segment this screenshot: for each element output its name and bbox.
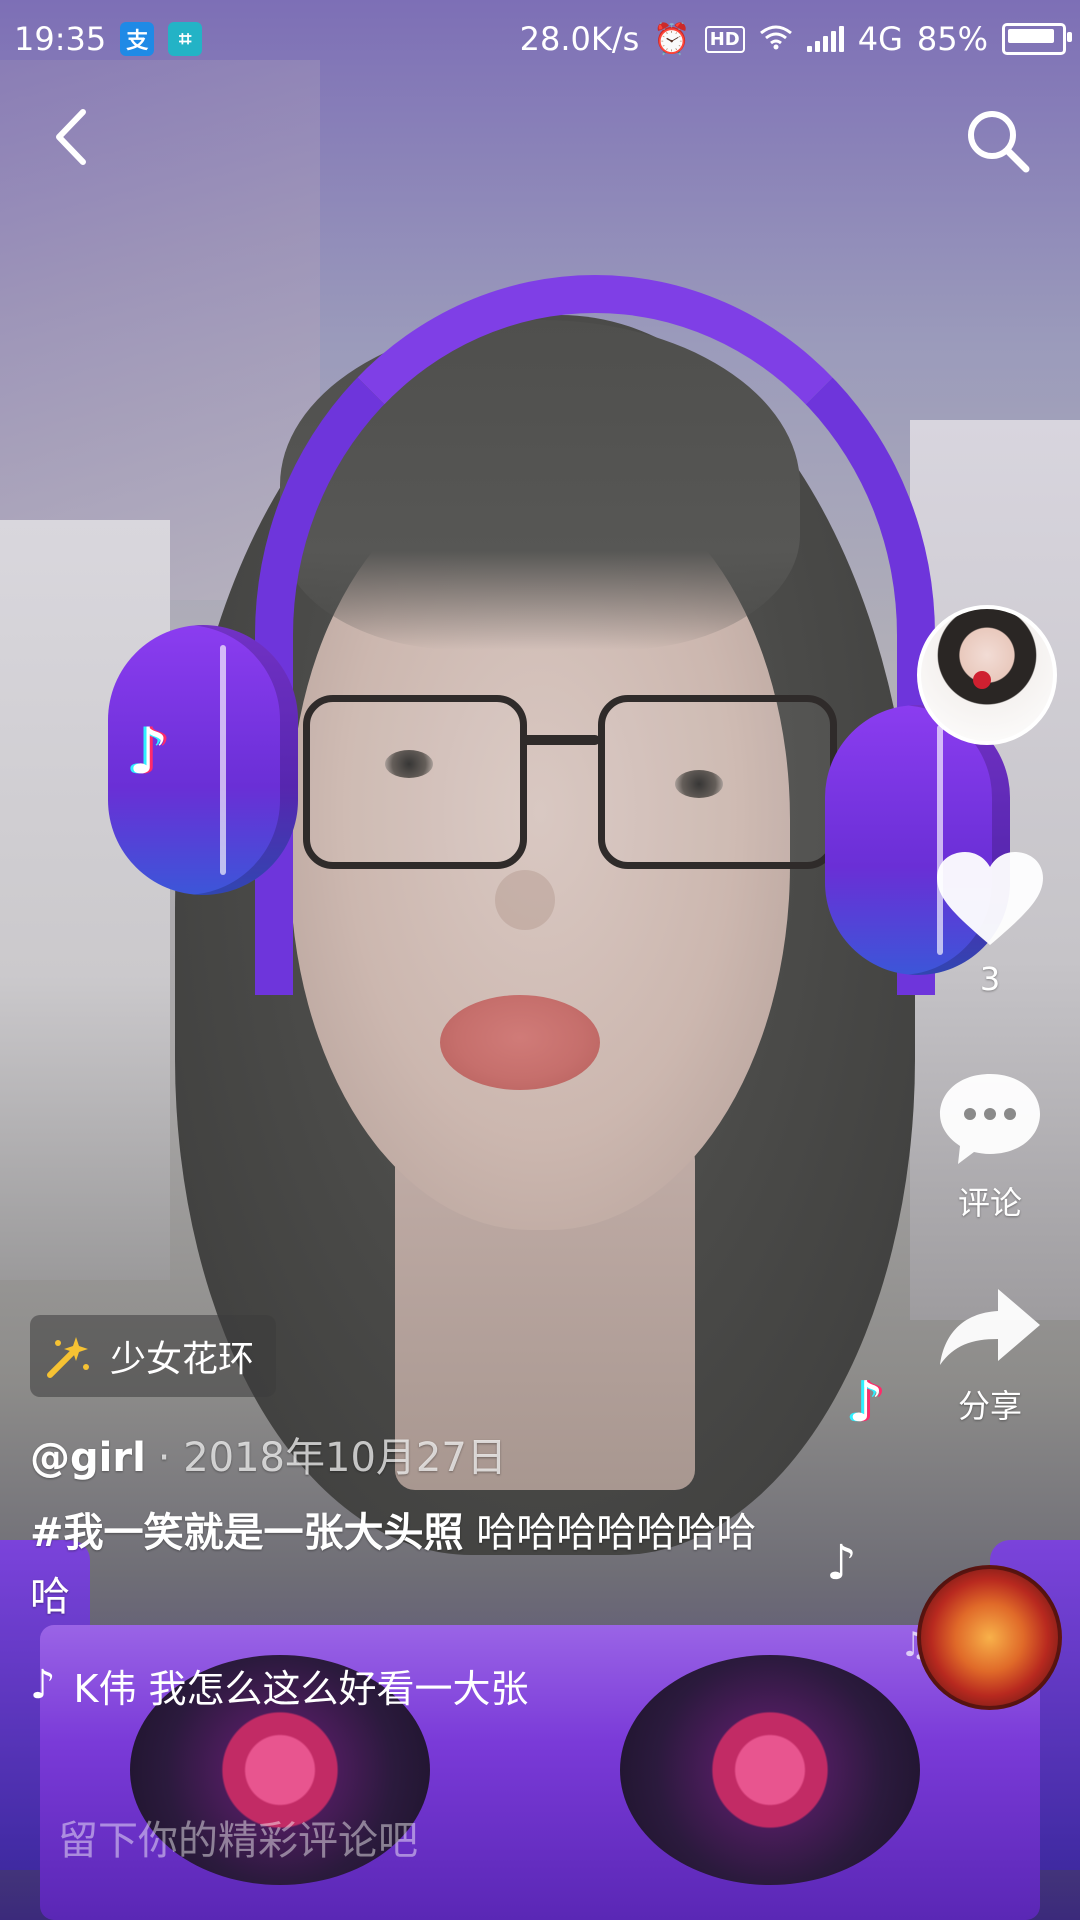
status-time: 19:35 [14,20,107,58]
avatar-rose [973,671,991,689]
music-title: K伟 我怎么这么好看一大张 [73,1666,529,1711]
search-icon [968,111,1030,173]
magic-wand-icon [47,1337,89,1378]
search-button[interactable] [960,103,1036,179]
battery-percent: 85% [916,20,988,58]
video-screen[interactable]: ♪ 19:35 支 ⌗ 28.0K/s ⏰ HD 4G 85% 3 评论 分享 … [0,0,1080,1920]
alipay-icon: 支 [120,22,155,56]
comment-input[interactable] [56,1805,680,1877]
like-count: 3 [979,960,1001,998]
author-line: @girl · 2018年10月27日 [30,1425,760,1483]
music-note-icon: ♪ [848,1370,884,1435]
share-button[interactable]: 分享 [925,1285,1055,1427]
signal-icon [806,26,844,52]
scan-icon: ⌗ [168,22,203,56]
effect-badge[interactable]: 少女花环 [30,1315,277,1397]
heart-icon [937,852,1043,945]
status-bar: 19:35 支 ⌗ 28.0K/s ⏰ HD 4G 85% [0,0,1080,78]
like-button[interactable]: 3 [925,850,1055,998]
music-note-icon: ♪ [826,1535,857,1591]
chevron-left-icon [56,109,86,165]
headphone-cup: ♪ [108,625,298,895]
author-avatar[interactable] [917,605,1057,745]
comment-button[interactable]: 评论 [925,1070,1055,1224]
author-name[interactable]: @girl [30,1435,146,1481]
share-label: 分享 [957,1387,1022,1425]
wifi-icon [759,20,793,58]
comment-icon [940,1074,1040,1164]
post-date: · 2018年10月27日 [157,1435,507,1481]
effect-label: 少女花环 [110,1339,255,1380]
alarm-icon: ⏰ [653,21,691,57]
comment-label: 评论 [957,1184,1022,1222]
network-type: 4G [857,20,903,58]
battery-icon [1002,23,1072,55]
network-speed: 28.0K/s [519,20,640,58]
hd-icon: HD [704,25,745,53]
share-icon [940,1289,1040,1365]
hashtag-link[interactable]: #我一笑就是一张大头照 [30,1510,464,1556]
music-note-icon: ♪ [128,715,169,789]
music-info[interactable]: ♪ K伟 我怎么这么好看一大张 [30,1655,600,1715]
person-lips [440,995,600,1090]
background-wall [0,520,170,1280]
post-caption: @girl · 2018年10月27日 #我一笑就是一张大头照 哈哈哈哈哈哈哈哈 [30,1425,760,1629]
post-description: #我一笑就是一张大头照 哈哈哈哈哈哈哈哈 [30,1501,760,1629]
back-button[interactable] [36,102,106,172]
music-disc[interactable] [917,1565,1062,1710]
music-note-icon: ♪ [30,1662,56,1708]
